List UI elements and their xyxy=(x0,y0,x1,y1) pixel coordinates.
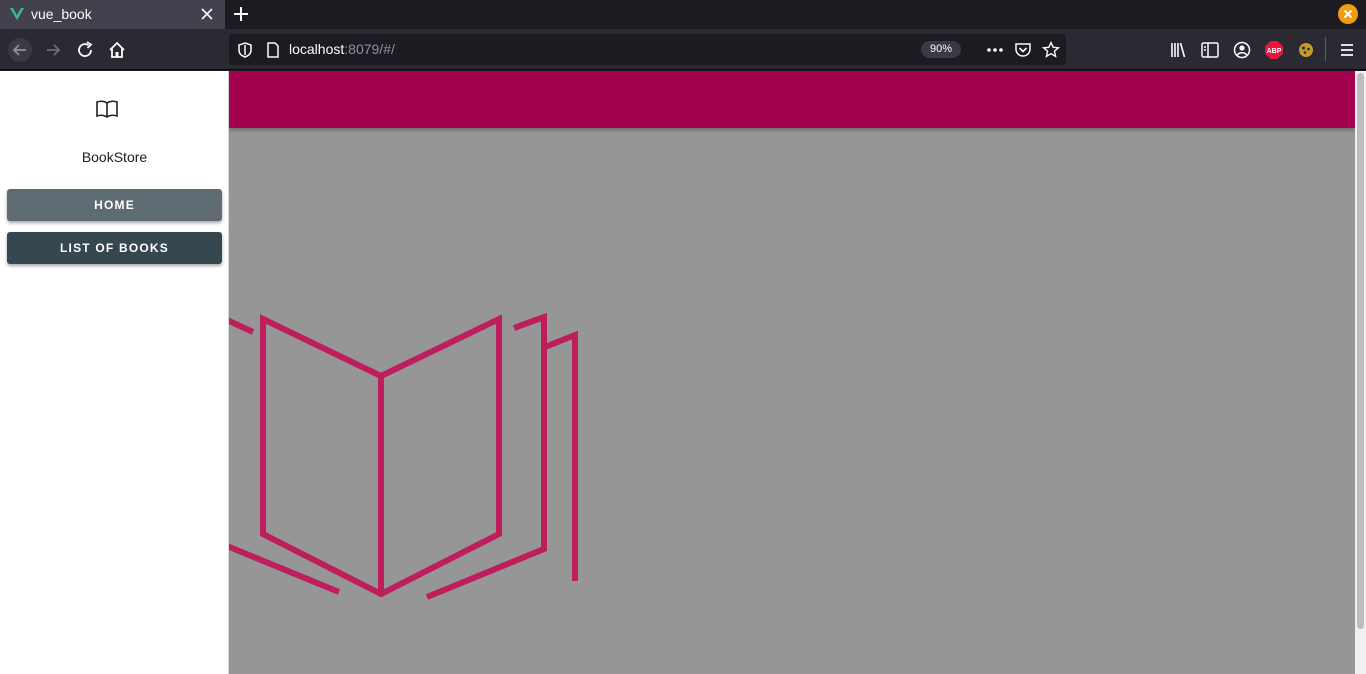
bookmark-star-icon[interactable] xyxy=(1041,40,1061,60)
navigation-drawer: BookStore HOME LIST OF BOOKS xyxy=(0,71,229,674)
forward-icon[interactable] xyxy=(41,38,65,62)
url-host: localhost xyxy=(289,41,345,57)
reader-view-icon[interactable] xyxy=(1198,38,1222,62)
url-bar[interactable]: localhost:8079/#/ 90% xyxy=(229,34,1066,65)
brand-name: BookStore xyxy=(81,149,148,165)
tab-title: vue_book xyxy=(31,6,92,22)
app-bar xyxy=(229,71,1355,128)
home-button[interactable]: HOME xyxy=(7,189,222,221)
tab-strip: vue_book xyxy=(0,0,1366,29)
vue-logo-icon xyxy=(10,8,24,20)
window-close-button[interactable] xyxy=(1338,4,1358,24)
page-scrollbar[interactable] xyxy=(1355,71,1366,674)
page-viewport: BookStore HOME LIST OF BOOKS xyxy=(0,71,1366,674)
shield-icon[interactable] xyxy=(235,40,255,60)
adblock-icon[interactable]: ABP xyxy=(1262,38,1286,62)
reload-icon[interactable] xyxy=(73,38,97,62)
close-tab-icon[interactable] xyxy=(199,6,215,22)
toolbar-separator xyxy=(1325,37,1326,61)
scrollbar-thumb[interactable] xyxy=(1357,73,1364,629)
main-content xyxy=(229,71,1355,674)
svg-text:ABP: ABP xyxy=(1267,48,1282,55)
navigation-toolbar: localhost:8079/#/ 90% ABP xyxy=(0,29,1366,70)
account-icon[interactable] xyxy=(1230,38,1254,62)
menu-icon[interactable] xyxy=(1335,38,1359,62)
page-icon[interactable] xyxy=(263,40,283,60)
pocket-icon[interactable] xyxy=(1013,40,1033,60)
new-tab-icon[interactable] xyxy=(231,4,251,24)
home-icon[interactable] xyxy=(105,38,129,62)
open-book-icon xyxy=(96,100,118,118)
active-tab[interactable]: vue_book xyxy=(0,0,225,29)
url-text[interactable]: localhost:8079/#/ xyxy=(289,41,395,57)
list-of-books-button[interactable]: LIST OF BOOKS xyxy=(7,232,222,264)
close-icon xyxy=(1343,9,1353,19)
extension-icon[interactable] xyxy=(1294,38,1318,62)
open-book-illustration xyxy=(229,312,578,600)
zoom-level-badge[interactable]: 90% xyxy=(921,41,961,58)
url-path: :8079/#/ xyxy=(344,41,395,57)
back-icon[interactable] xyxy=(8,38,32,62)
more-icon[interactable] xyxy=(985,40,1005,60)
library-icon[interactable] xyxy=(1166,38,1190,62)
